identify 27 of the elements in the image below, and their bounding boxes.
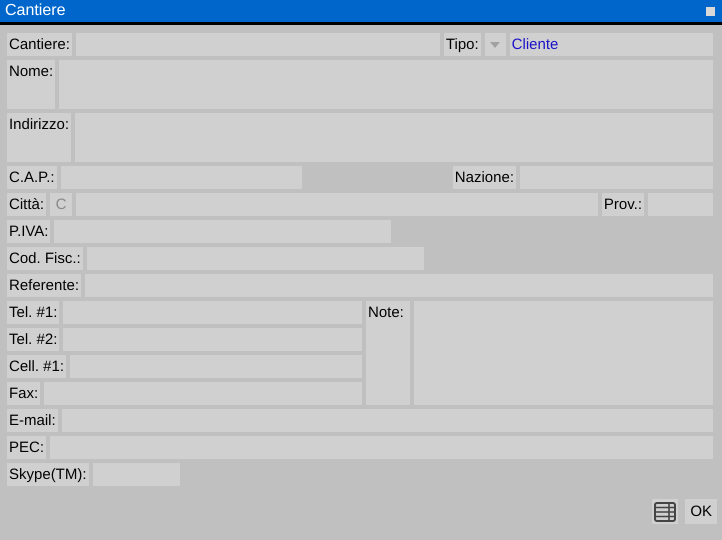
field-label: Referente: <box>7 274 82 297</box>
input-field[interactable]: Cliente <box>510 33 713 56</box>
field-label: Nazione: <box>452 166 516 189</box>
field-label: Cod. Fisc.: <box>7 247 83 270</box>
field-label: Note: <box>366 301 410 405</box>
close-button[interactable] <box>706 6 715 16</box>
field-label: Città: <box>7 193 46 216</box>
field-label: E-mail: <box>7 409 58 432</box>
table-icon <box>654 502 676 522</box>
field-label: Tipo: <box>444 33 481 56</box>
field-label: Prov.: <box>602 193 644 216</box>
field-label: P.IVA: <box>7 220 50 243</box>
field-label: Nome: <box>7 60 56 109</box>
field-label: Cantiere: <box>7 33 72 56</box>
field-label: Indirizzo: <box>7 113 72 162</box>
field-label: Cell. #1: <box>7 355 66 378</box>
field-label: Tel. #2: <box>7 328 60 351</box>
field-label: PEC: <box>7 436 46 459</box>
field-label: Fax: <box>7 382 40 405</box>
field-label: Skype(TM): <box>7 463 89 486</box>
caret-icon <box>490 42 500 48</box>
ok-button[interactable]: OK <box>685 499 717 524</box>
window-title: Cantiere <box>5 2 66 20</box>
table-button[interactable] <box>652 499 678 524</box>
dropdown-button[interactable] <box>484 33 506 56</box>
field-label: C.A.P.: <box>7 166 57 189</box>
field-label: Tel. #1: <box>7 301 60 324</box>
